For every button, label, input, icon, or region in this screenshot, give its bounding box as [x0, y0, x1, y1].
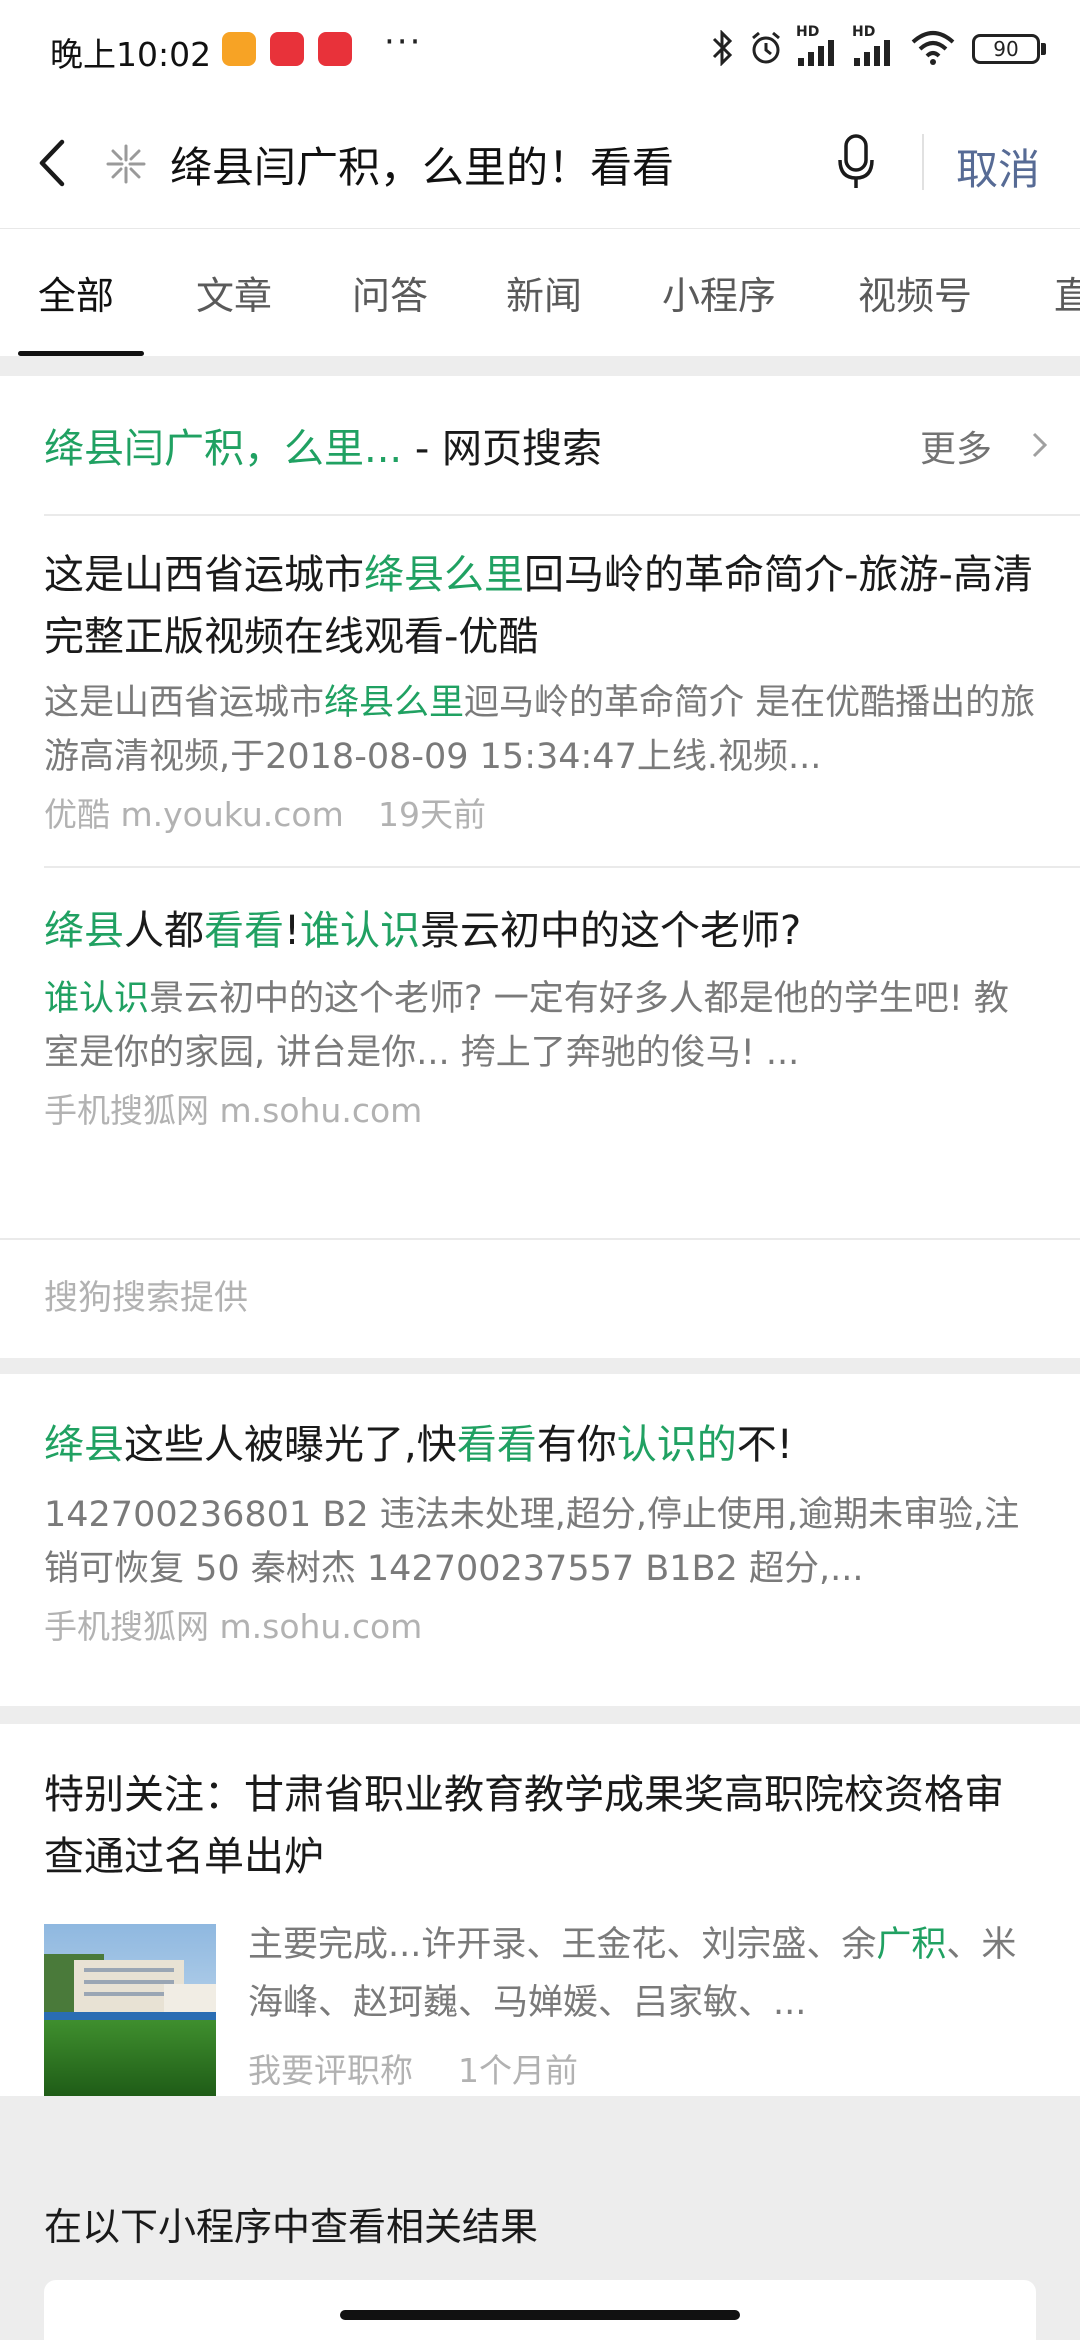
result-time: 1个月前	[458, 2051, 578, 2090]
text-segment: 这是山西省运城市	[44, 552, 364, 598]
battery-tip	[1041, 43, 1046, 55]
result-source: 手机搜狐网 m.sohu.com	[44, 1607, 423, 1646]
tab-live[interactable]: 直	[1054, 265, 1080, 320]
text-segment: 景云初中的这个老师?	[420, 908, 802, 954]
status-time: 晚上10:02	[50, 35, 212, 74]
result-snippet: 主要完成...许开录、王金花、刘宗盛、余广积、米海峰、赵珂巍、马婵媛、吕家敏、.…	[248, 1916, 1038, 2032]
result-title[interactable]: 特别关注：甘肃省职业教育教学成果奖高职院校资格审查通过名单出炉	[44, 1764, 1036, 1888]
wifi-icon	[911, 31, 955, 65]
highlight-text: 绛县么里	[324, 683, 465, 723]
bluetooth-icon	[712, 30, 733, 66]
divider	[44, 514, 1080, 516]
highlight-text: 认识的	[616, 1422, 737, 1468]
divider	[44, 866, 1080, 868]
status-bar: 晚上10:02 ··· HD HD 90	[0, 0, 1080, 98]
search-header: 绛县闫广积，么里的！看看 取消	[0, 98, 1080, 228]
result-title[interactable]: 这是山西省运城市绛县么里回马岭的革命简介-旅游-高清完整正版视频在线观看-优酷	[44, 544, 1036, 668]
divider	[0, 1238, 1080, 1240]
highlight-text: 谁认识	[44, 979, 150, 1019]
text-segment: 主要完成...许开录、王金花、刘宗盛、余	[248, 1925, 877, 1965]
highlight-text: 广积	[876, 1925, 947, 1965]
result-card: 特别关注：甘肃省职业教育教学成果奖高职院校资格审查通过名单出炉 主要完成...许…	[0, 1724, 1080, 2096]
result-source: 优酷 m.youku.com	[44, 795, 344, 834]
text-segment: 景云初中的这个老师? 一定有好多人都是他的学生吧! 教室是你的家园, 讲台是你.…	[44, 979, 1009, 1073]
text-segment: 人都	[124, 908, 204, 954]
provider-note: 搜狗搜索提供	[44, 1278, 248, 1318]
text-segment: 这是山西省运城市	[44, 683, 325, 723]
more-link[interactable]: 更多	[920, 420, 992, 472]
active-tab-indicator	[18, 351, 144, 356]
text-segment: 不!	[736, 1422, 793, 1468]
text-segment: 特别关注：甘肃省职业教育教学成果奖高职院校资格审查通过名单出炉	[44, 1772, 1004, 1880]
result-title[interactable]: 绛县人都看看!谁认识景云初中的这个老师?	[44, 900, 1036, 962]
highlight-text: 谁认识	[300, 908, 421, 954]
tab-channels[interactable]: 视频号	[858, 265, 972, 320]
microphone-icon[interactable]	[836, 132, 876, 192]
back-icon[interactable]	[30, 132, 78, 194]
chevron-right-icon	[1032, 432, 1048, 458]
text-segment: !	[284, 908, 301, 954]
more-notifications-icon: ···	[384, 22, 423, 62]
result-title[interactable]: 绛县这些人被曝光了,快看看有你认识的不!	[44, 1414, 1036, 1476]
tab-qa[interactable]: 问答	[352, 265, 428, 320]
highlight-text: 绛县	[44, 908, 124, 954]
header-divider	[922, 134, 924, 190]
tab-articles[interactable]: 文章	[196, 265, 272, 320]
highlight-text: 绛县	[44, 1422, 124, 1468]
signal-icon	[854, 40, 890, 66]
highlight-text: 绛县么里	[364, 552, 524, 598]
mini-programs-section: 在以下小程序中查看相关结果	[0, 2130, 1080, 2340]
result-snippet: 这是山西省运城市绛县么里迴马岭的革命简介 是在优酷播出的旅游高清视频,于2018…	[44, 676, 1036, 784]
result-card: 绛县这些人被曝光了,快看看有你认识的不! 142700236801 B2 违法未…	[0, 1374, 1080, 1706]
result-source: 手机搜狐网 m.sohu.com	[44, 1091, 423, 1130]
result-source: 我要评职称	[248, 2051, 413, 2090]
alarm-icon	[752, 31, 780, 64]
tab-news[interactable]: 新闻	[506, 265, 582, 320]
web-search-link[interactable]: 绛县闫广积，么里... - 网页搜索	[44, 416, 1044, 476]
highlight-text: 看看	[456, 1422, 537, 1468]
home-indicator[interactable]	[340, 2310, 740, 2320]
cancel-button[interactable]: 取消	[956, 136, 1040, 197]
search-input[interactable]: 绛县闫广积，么里的！看看	[170, 134, 674, 195]
tab-mini-programs[interactable]: 小程序	[662, 265, 776, 320]
sparkle-icon	[106, 144, 146, 184]
tab-all[interactable]: 全部	[38, 265, 114, 320]
notification-app-icon	[318, 32, 352, 66]
signal-icon	[798, 40, 834, 66]
result-snippet: 142700236801 B2 违法未处理,超分,停止使用,逾期未审验,注销可恢…	[44, 1488, 1036, 1596]
text-segment: 这些人被曝光了,快	[124, 1422, 457, 1468]
tab-bar: 全部 文章 问答 新闻 小程序 视频号 直	[0, 228, 1080, 356]
notification-app-icon	[222, 32, 256, 66]
text-segment: 142700236801 B2 违法未处理,超分,停止使用,逾期未审验,注销可恢…	[44, 1495, 1020, 1589]
result-snippet: 谁认识景云初中的这个老师? 一定有好多人都是他的学生吧! 教室是你的家园, 讲台…	[44, 972, 1036, 1080]
battery-icon: 90	[972, 34, 1040, 64]
notification-app-icon	[270, 32, 304, 66]
result-time: 19天前	[378, 795, 486, 834]
highlight-text: 看看	[204, 908, 284, 954]
result-thumbnail[interactable]	[44, 1924, 216, 2096]
mini-programs-title: 在以下小程序中查看相关结果	[44, 2205, 539, 2249]
web-search-query: 绛县闫广积，么里...	[44, 426, 403, 472]
text-segment: 有你	[536, 1422, 617, 1468]
web-search-suffix: - 网页搜索	[402, 426, 603, 472]
results-card: 绛县闫广积，么里... - 网页搜索 更多 这是山西省运城市绛县么里回马岭的革命…	[0, 376, 1080, 1358]
